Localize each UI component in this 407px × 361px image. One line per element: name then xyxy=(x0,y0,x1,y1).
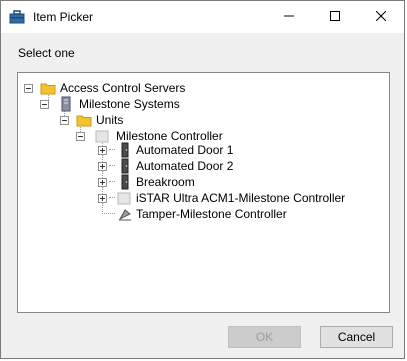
tree-node-label: Units xyxy=(96,113,124,127)
collapse-toggle[interactable] xyxy=(40,100,49,109)
tree-node-label: Access Control Servers xyxy=(60,81,186,95)
collapse-toggle[interactable] xyxy=(76,132,85,141)
expand-toggle[interactable] xyxy=(98,194,107,203)
tree-node-tamper[interactable]: Tamper-Milestone Controller xyxy=(18,206,378,222)
door-icon xyxy=(117,142,133,158)
door-icon xyxy=(117,158,133,174)
minimize-button[interactable] xyxy=(266,1,312,33)
expand-toggle[interactable] xyxy=(98,146,107,155)
minimize-icon xyxy=(284,10,294,24)
tree-node-label: Milestone Systems xyxy=(79,97,180,111)
tree-node-breakroom[interactable]: Breakroom xyxy=(18,174,378,190)
expand-toggle[interactable] xyxy=(98,178,107,187)
tree-node-access-control-servers[interactable]: Access Control Servers xyxy=(18,80,378,96)
tree-node-label: Automated Door 2 xyxy=(136,159,234,173)
tree-node-label: Tamper-Milestone Controller xyxy=(136,207,287,221)
item-tree[interactable]: Access Control Servers Milestone Systems… xyxy=(17,72,390,313)
tamper-icon xyxy=(117,206,133,222)
server-icon xyxy=(58,96,74,112)
item-picker-dialog: Item Picker Select one Access Control Se… xyxy=(0,0,405,359)
tree-node-label: Automated Door 1 xyxy=(136,143,234,157)
window-title: Item Picker xyxy=(33,10,94,24)
tree-node-automated-door-1[interactable]: Automated Door 1 xyxy=(18,142,378,158)
maximize-icon xyxy=(330,10,340,24)
door-icon xyxy=(117,174,133,190)
tree-node-milestone-systems[interactable]: Milestone Systems xyxy=(18,96,378,112)
close-icon xyxy=(375,10,387,24)
tree-node-automated-door-2[interactable]: Automated Door 2 xyxy=(18,158,378,174)
expand-toggle[interactable] xyxy=(98,162,107,171)
title-bar[interactable]: Item Picker xyxy=(1,1,404,33)
close-button[interactable] xyxy=(358,1,404,33)
tree-node-label: Breakroom xyxy=(136,175,195,189)
folder-icon xyxy=(76,112,92,128)
toolbox-icon xyxy=(9,9,25,25)
controller-icon xyxy=(116,190,132,206)
tree-node-label: iSTAR Ultra ACM1-Milestone Controller xyxy=(136,191,346,205)
collapse-toggle[interactable] xyxy=(60,116,69,125)
select-prompt: Select one xyxy=(18,46,75,60)
collapse-toggle[interactable] xyxy=(24,84,33,93)
tree-node-label: Milestone Controller xyxy=(116,129,223,143)
tree-node-istar-ultra-acm1[interactable]: iSTAR Ultra ACM1-Milestone Controller xyxy=(18,190,378,206)
folder-icon xyxy=(40,80,56,96)
maximize-button[interactable] xyxy=(312,1,358,33)
ok-button[interactable]: OK xyxy=(228,326,301,348)
cancel-button[interactable]: Cancel xyxy=(320,326,393,348)
tree-node-units[interactable]: Units xyxy=(18,112,378,128)
